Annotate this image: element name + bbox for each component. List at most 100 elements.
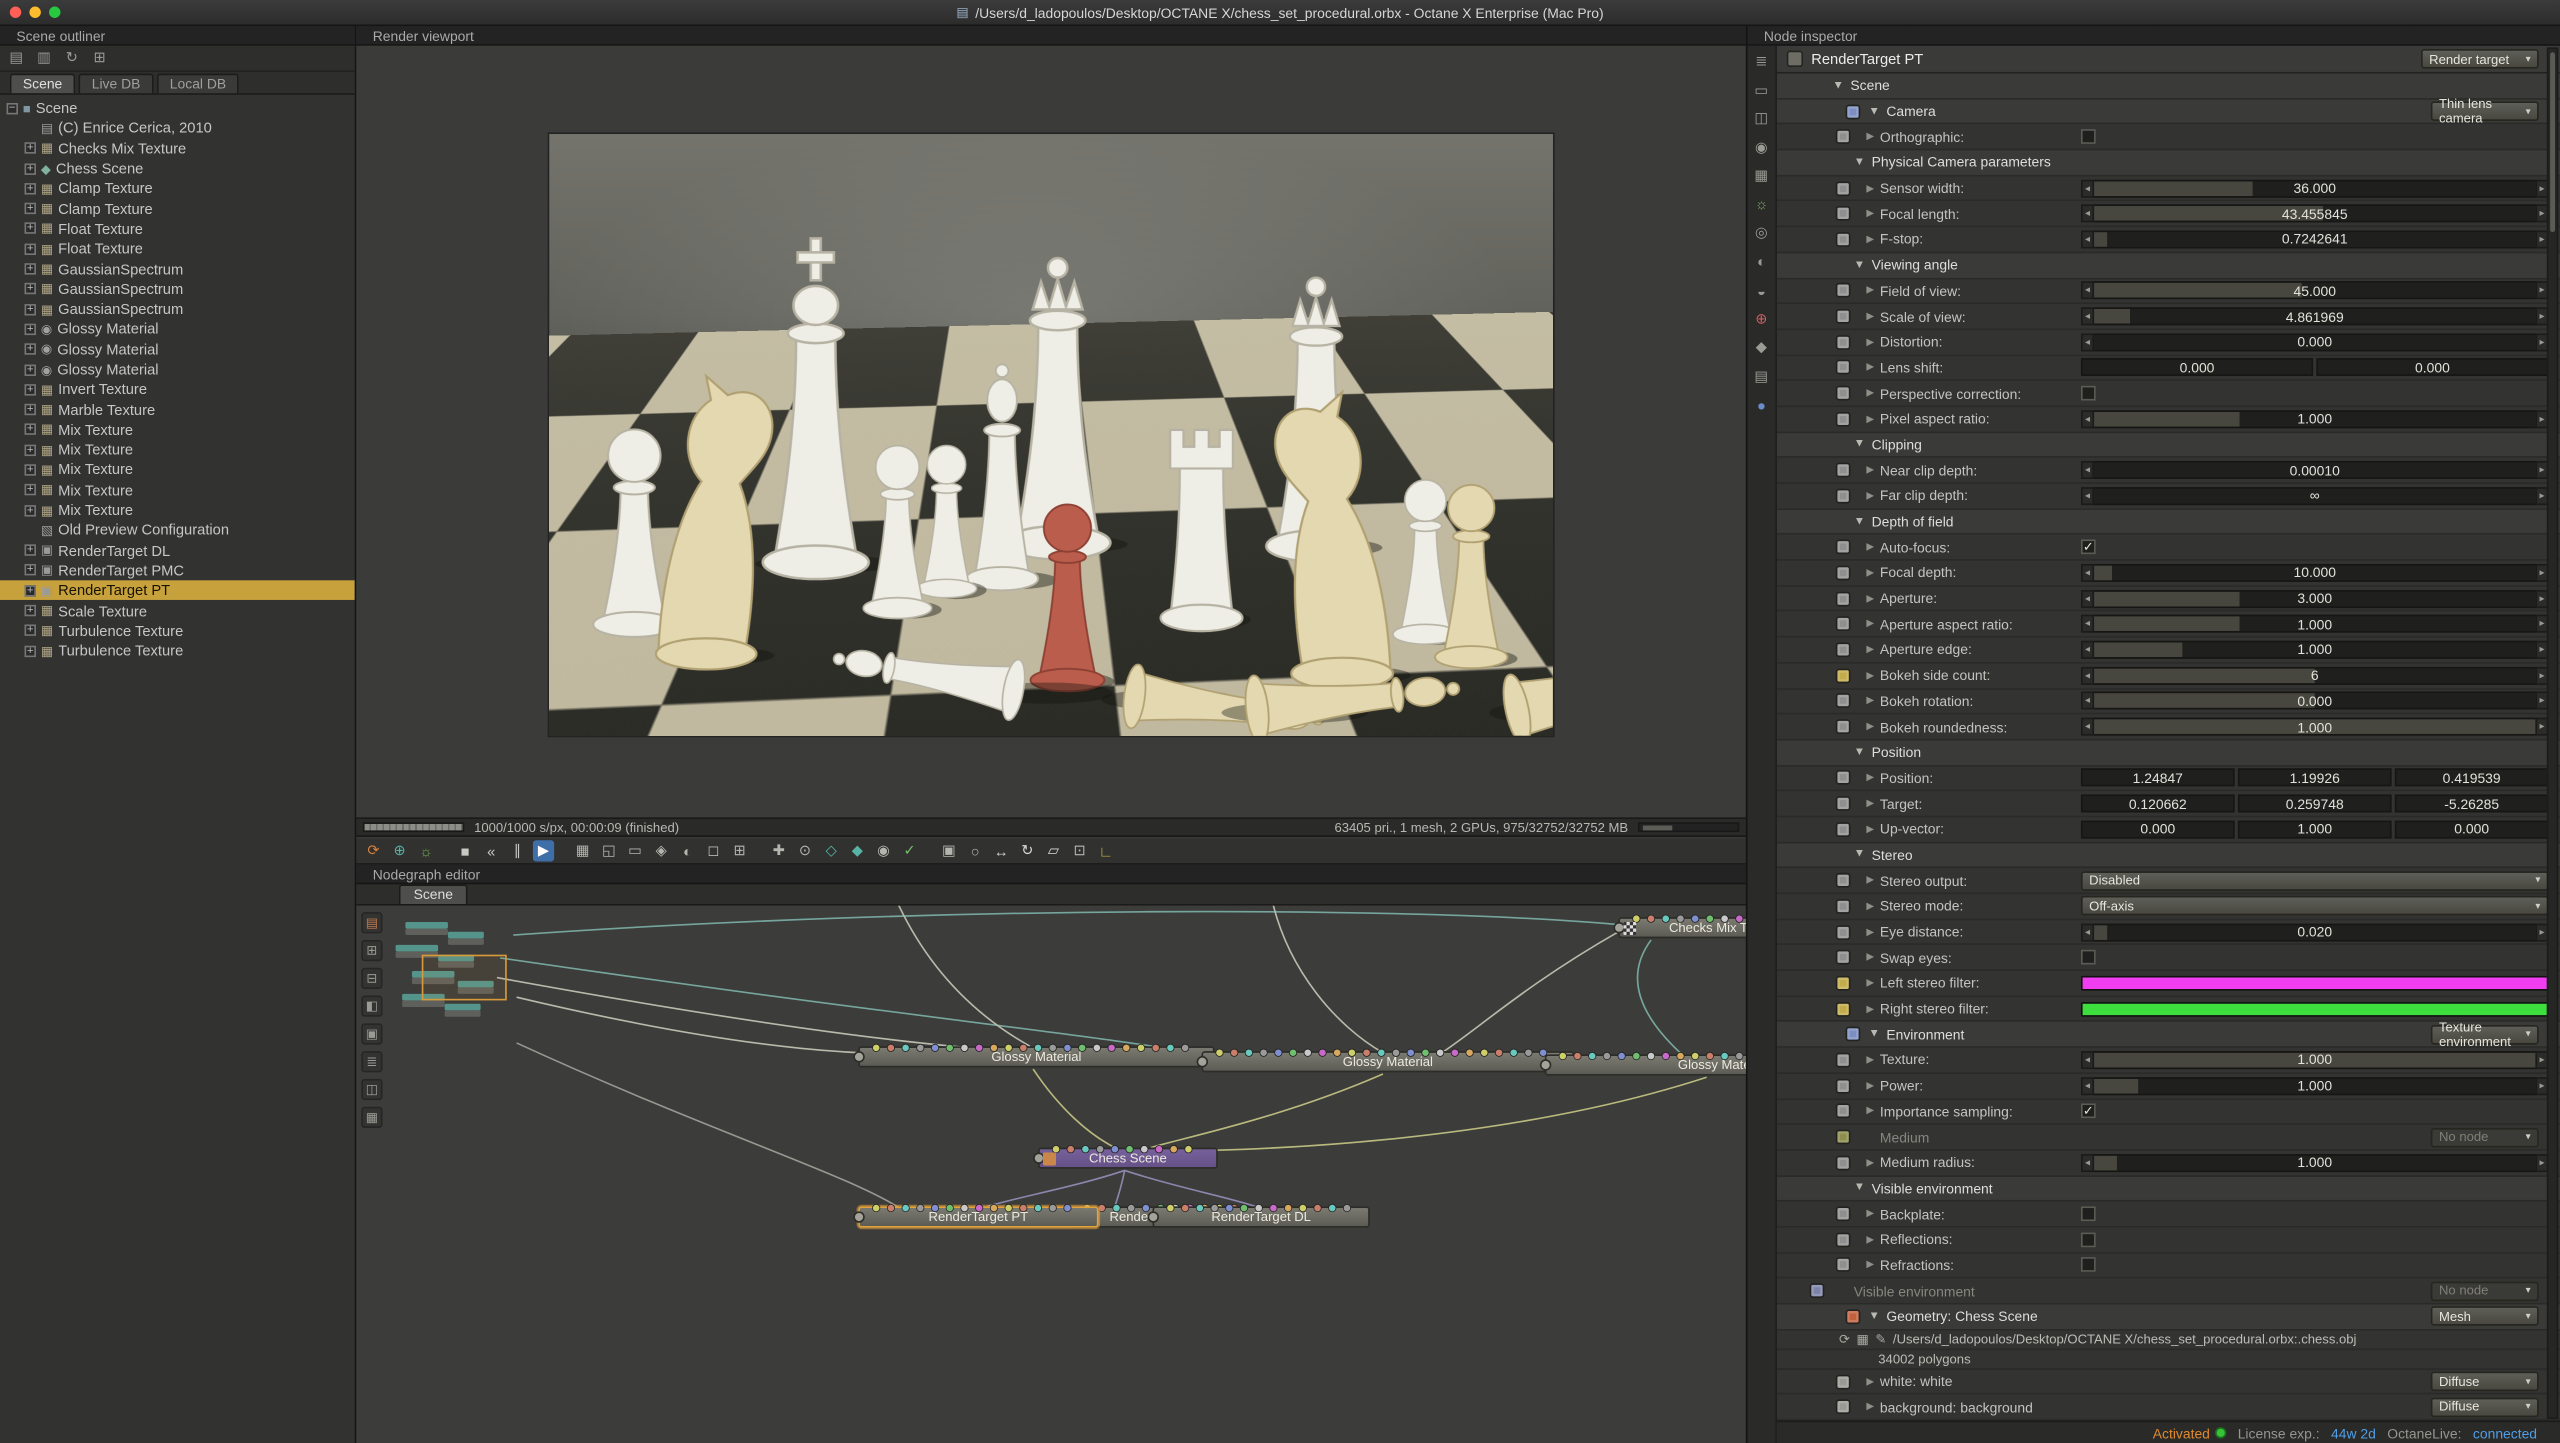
slider-track[interactable]: 1.000 [2094, 1051, 2535, 1069]
tree-item-turbulence-texture-27[interactable]: +▦Turbulence Texture [0, 641, 355, 661]
node-pin[interactable] [1633, 1053, 1640, 1060]
node-pin[interactable] [1182, 1045, 1189, 1052]
node-pin[interactable] [1270, 1205, 1277, 1212]
lock-resolution-icon[interactable]: ◻ [703, 840, 724, 861]
slider-track[interactable]: 1.000 [2094, 615, 2535, 633]
node-pin[interactable] [1319, 1049, 1326, 1056]
node-pin[interactable] [946, 1205, 953, 1212]
expand-icon[interactable]: ▶ [1865, 1259, 1875, 1270]
node-pin[interactable] [1123, 1045, 1130, 1052]
refresh-tree-icon[interactable]: ↻ [62, 48, 82, 68]
expand-icon[interactable]: ▶ [1865, 798, 1875, 809]
slider-decrement-button[interactable]: ◂ [2081, 461, 2094, 479]
expand-icon[interactable]: ▶ [1865, 721, 1875, 732]
node-pin[interactable] [946, 1045, 953, 1052]
geometry-action-icon-2[interactable]: ✎ [1875, 1332, 1886, 1347]
tree-expander-icon[interactable]: + [25, 585, 36, 596]
slider-decrement-button[interactable]: ◂ [2081, 564, 2094, 582]
tree-item-invert-texture-14[interactable]: +▦Invert Texture [0, 380, 355, 400]
node-pin[interactable] [1574, 1053, 1581, 1060]
node-pin[interactable] [1721, 915, 1728, 922]
ng-ungroup-icon[interactable]: ⊟ [361, 968, 382, 989]
node-chess-scene[interactable]: Chess Scene [1038, 1148, 1218, 1169]
tree-expander-icon[interactable]: − [7, 102, 18, 113]
tree-expander-icon[interactable]: + [25, 404, 36, 415]
value-field[interactable]: 0.000 [2081, 359, 2313, 377]
node-pin[interactable] [1170, 1146, 1177, 1153]
slider-track[interactable]: 0.000 [2094, 692, 2535, 710]
value-field[interactable]: 0.000 [2081, 820, 2235, 838]
slider-track[interactable]: 6 [2094, 666, 2535, 684]
collapse-icon[interactable]: ▼ [1854, 747, 1865, 758]
tree-item-clamp-texture-4[interactable]: +▦Clamp Texture [0, 178, 355, 198]
expand-icon[interactable]: ▶ [1865, 285, 1875, 296]
expand-icon[interactable]: ▶ [1865, 311, 1875, 322]
checkbox[interactable] [2081, 1258, 2096, 1273]
node-input-ball[interactable] [1540, 1059, 1551, 1070]
tree-expander-icon[interactable]: + [25, 424, 36, 435]
tree-item-mix-texture-17[interactable]: +▦Mix Texture [0, 440, 355, 460]
tree-expander-icon[interactable]: + [25, 384, 36, 395]
tree-item-gaussianspectrum-9[interactable]: +▦GaussianSpectrum [0, 279, 355, 299]
tree-item-clamp-texture-5[interactable]: +▦Clamp Texture [0, 199, 355, 219]
object-picker-icon[interactable]: ◆ [847, 840, 868, 861]
slider-track[interactable]: 36.000 [2094, 179, 2535, 197]
node-rendertarget-dl[interactable]: RenderTarget DL [1152, 1206, 1369, 1227]
slider-decrement-button[interactable]: ◂ [2081, 641, 2094, 659]
node-pin[interactable] [902, 1045, 909, 1052]
tree-expander-icon[interactable]: + [25, 484, 36, 495]
geometry-pane-icon[interactable]: ◆ [1751, 337, 1772, 358]
node-glossy-material-2[interactable]: Glossy Material [1202, 1051, 1575, 1072]
slider-decrement-button[interactable]: ◂ [2081, 487, 2094, 505]
slider-decrement-button[interactable]: ◂ [2081, 1154, 2094, 1172]
value-field[interactable]: 0.000 [2395, 820, 2549, 838]
node-pin[interactable] [1648, 1053, 1655, 1060]
outliner-tab-scene[interactable]: Scene [10, 74, 76, 94]
expand-icon[interactable]: ▶ [1865, 1080, 1875, 1091]
film-region-icon[interactable]: ▭ [624, 840, 645, 861]
expand-icon[interactable]: ▶ [1865, 413, 1875, 424]
checkbox[interactable]: ✓ [2081, 540, 2096, 555]
node-pin[interactable] [1231, 1049, 1238, 1056]
node-pin[interactable] [888, 1205, 895, 1212]
render-viewport-pane-icon[interactable]: ▭ [1751, 79, 1772, 100]
node-input-ball[interactable] [1197, 1056, 1208, 1067]
slider-track[interactable]: 1.000 [2094, 718, 2535, 736]
material-picker-icon[interactable]: ◇ [821, 840, 842, 861]
tree-expander-icon[interactable]: + [25, 464, 36, 475]
focus-picker-icon[interactable]: ⊕ [389, 840, 410, 861]
slider-track[interactable]: 1.000 [2094, 641, 2535, 659]
node-pin[interactable] [991, 1045, 998, 1052]
checkbox[interactable] [2081, 1232, 2096, 1247]
tree-expander-icon[interactable]: + [25, 303, 36, 314]
value-field[interactable]: 0.419539 [2395, 769, 2549, 787]
node-pin[interactable] [1138, 1045, 1145, 1052]
node-pin[interactable] [1721, 1053, 1728, 1060]
node-pin[interactable] [1226, 1205, 1233, 1212]
ng-paste-icon[interactable]: ▣ [361, 1023, 382, 1044]
axis-gizmo-icon[interactable]: ∟ [1095, 840, 1116, 861]
expand-icon[interactable]: ▶ [1865, 131, 1875, 142]
slider-track[interactable]: 1.000 [2094, 1154, 2535, 1172]
node-pin[interactable] [1334, 1049, 1341, 1056]
tree-item-scale-texture-25[interactable]: +▦Scale Texture [0, 601, 355, 621]
viewport-scrollbar-thumb[interactable] [1643, 826, 1672, 831]
slider-decrement-button[interactable]: ◂ [2081, 282, 2094, 300]
stop-render-icon[interactable]: ■ [454, 840, 475, 861]
expand-icon[interactable]: ▶ [1865, 926, 1875, 937]
node-pin[interactable] [1211, 1205, 1218, 1212]
node-pin[interactable] [1736, 915, 1743, 922]
node-pin[interactable] [1329, 1205, 1336, 1212]
tree-expander-icon[interactable]: + [25, 143, 36, 154]
section-type-dropdown[interactable]: Mesh [2431, 1307, 2539, 1327]
node-pin[interactable] [991, 1205, 998, 1212]
tree-item-mix-texture-16[interactable]: +▦Mix Texture [0, 420, 355, 440]
node-pin[interactable] [1197, 1205, 1204, 1212]
color-swatch[interactable] [2081, 976, 2549, 991]
expand-icon[interactable]: ▶ [1865, 618, 1875, 629]
value-field[interactable]: 1.19926 [2238, 769, 2392, 787]
slider-track[interactable]: 0.7242641 [2094, 230, 2535, 248]
checkbox[interactable]: ✓ [2081, 1104, 2096, 1119]
zoom-window-button[interactable] [49, 7, 60, 18]
node-pin[interactable] [1304, 1049, 1311, 1056]
